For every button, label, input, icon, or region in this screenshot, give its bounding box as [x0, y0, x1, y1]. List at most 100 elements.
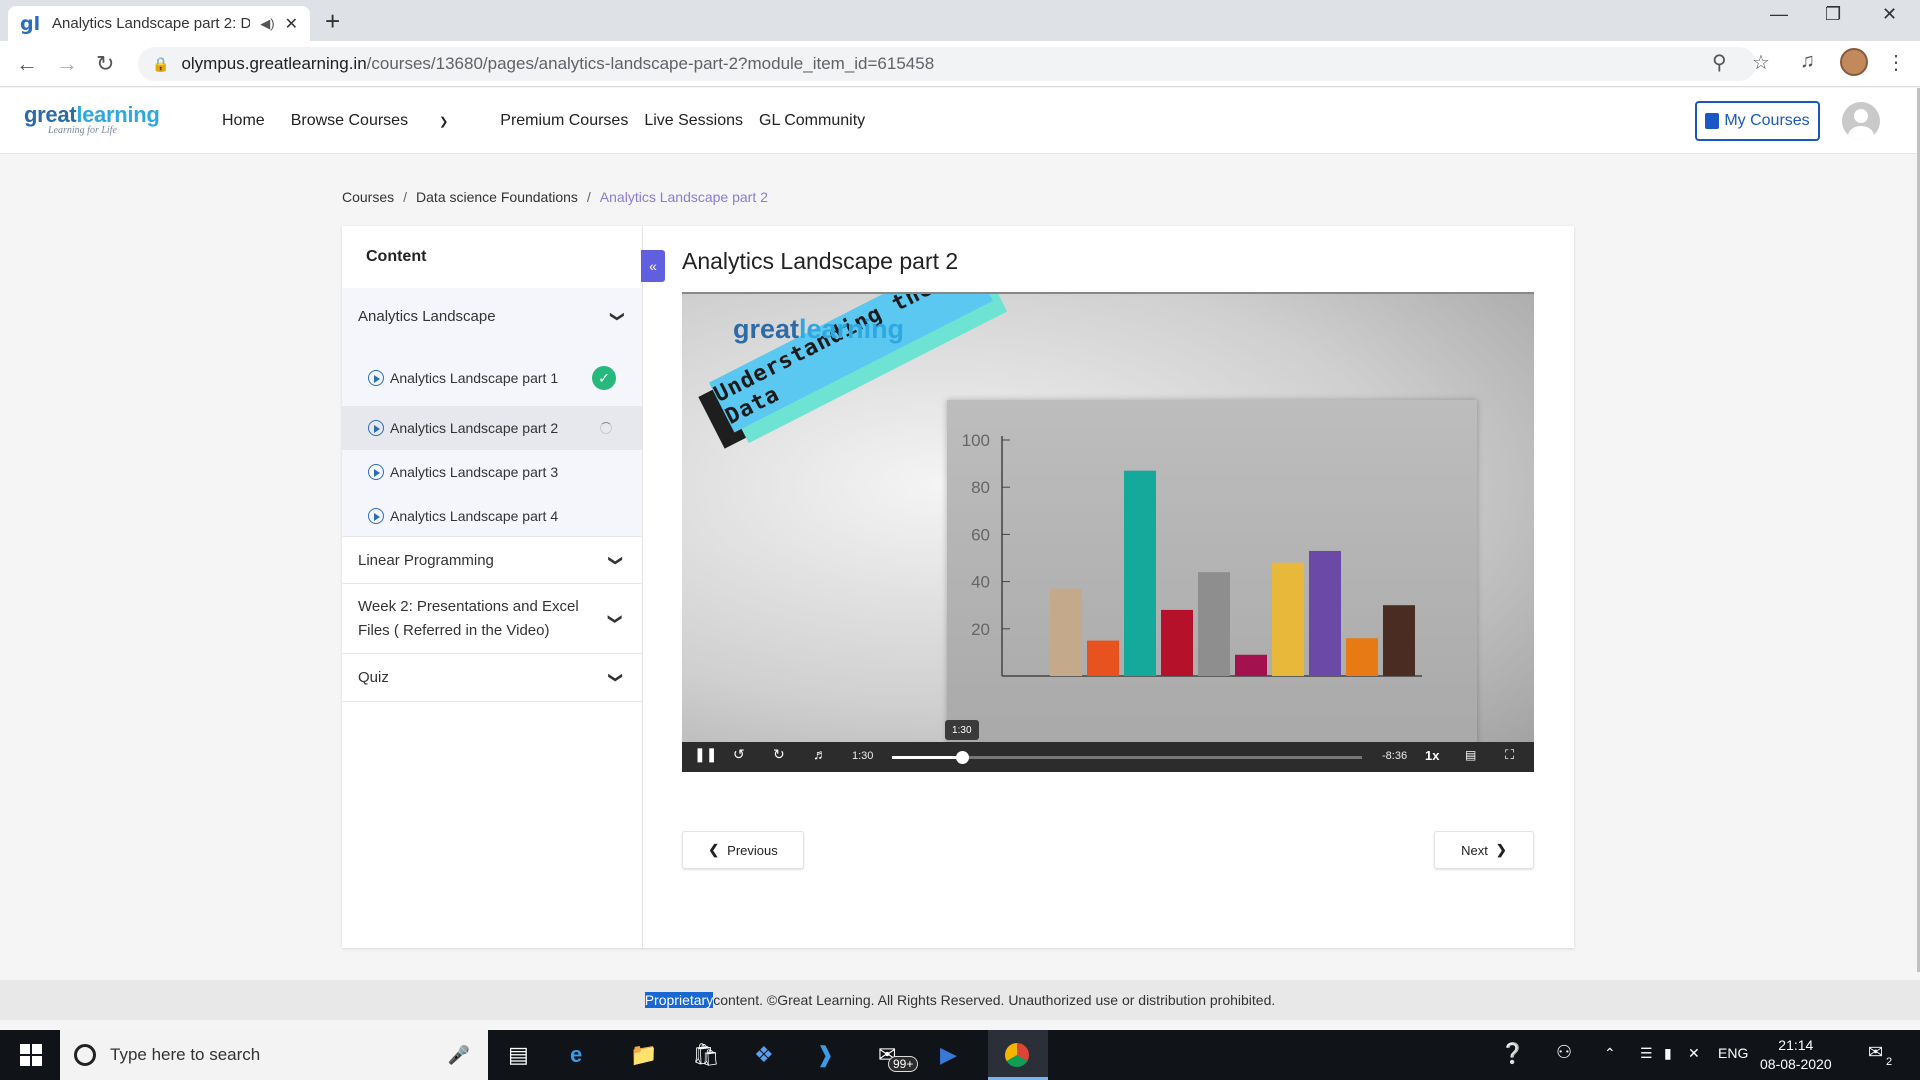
- fullscreen-icon[interactable]: ⛶: [1505, 747, 1514, 763]
- logo-text-a: great: [24, 102, 77, 127]
- bar-3: [1124, 470, 1156, 676]
- nav-home[interactable]: Home: [222, 112, 265, 130]
- task-view-icon[interactable]: ▤: [508, 1042, 529, 1068]
- breadcrumb: Courses / Data science Foundations / Analyti…: [342, 189, 768, 205]
- taskbar-clock[interactable]: 21:14 08-08-2020: [1760, 1036, 1832, 1074]
- volume-muted-icon[interactable]: ✕: [1688, 1045, 1700, 1062]
- bar-6: [1235, 654, 1267, 676]
- minimize-icon[interactable]: —: [1770, 4, 1788, 25]
- bookmark-star-icon[interactable]: ☆: [1752, 50, 1770, 75]
- playback-speed[interactable]: 1x: [1425, 748, 1439, 763]
- volume-icon[interactable]: ♬: [813, 746, 827, 762]
- sidebar-section-week-2[interactable]: Week 2: Presentations and Excel Files ( …: [342, 584, 642, 654]
- chrome-taskbar-item[interactable]: [988, 1030, 1048, 1080]
- zoom-icon[interactable]: ⚲: [1712, 50, 1727, 75]
- forward-icon[interactable]: →: [56, 51, 78, 77]
- wifi-icon[interactable]: ☰: [1640, 1045, 1653, 1062]
- close-window-icon[interactable]: ✕: [1882, 4, 1897, 25]
- dropbox-icon[interactable]: ❖: [754, 1042, 774, 1068]
- windows-start-icon[interactable]: [20, 1044, 42, 1066]
- my-courses-button[interactable]: My Courses: [1695, 101, 1820, 141]
- visual-studio-icon[interactable]: ❱: [816, 1042, 834, 1068]
- collapse-sidebar-button[interactable]: «: [641, 250, 665, 282]
- store-icon[interactable]: 🛍: [692, 1042, 720, 1068]
- lesson-label: Analytics Landscape part 2: [390, 420, 559, 436]
- sidebar-section-linear-programming[interactable]: Linear Programming ❯: [342, 536, 642, 584]
- microphone-icon[interactable]: 🎤: [448, 1045, 470, 1066]
- browser-tab[interactable]: gl Analytics Landscape part 2: D ◀) ✕: [8, 6, 310, 41]
- address-bar[interactable]: 🔒 olympus.greatlearning.in/courses/13680…: [138, 47, 1756, 81]
- video-player[interactable]: greatlearning Understanding the Data 20 4…: [682, 292, 1534, 772]
- language-indicator[interactable]: ENG: [1718, 1045, 1748, 1061]
- site-header: greatlearning Learning for Life Home Bro…: [0, 88, 1920, 154]
- play-circle-icon: [368, 370, 384, 386]
- clock-time: 21:14: [1778, 1037, 1814, 1053]
- lesson-label: Analytics Landscape part 4: [390, 508, 559, 524]
- notifications-icon[interactable]: ✉: [1868, 1042, 1883, 1063]
- powershell-icon[interactable]: ▶: [940, 1042, 957, 1068]
- breadcrumb-course[interactable]: Data science Foundations: [416, 189, 578, 205]
- completed-check-icon: ✓: [592, 366, 616, 390]
- pause-icon[interactable]: ❚❚: [694, 746, 717, 763]
- course-sidebar: Content Analytics Landscape ❮ Analytics …: [342, 226, 643, 948]
- bar-chart: 20 40 60 80 100: [962, 431, 1422, 677]
- play-circle-icon: [368, 508, 384, 524]
- play-circle-icon: [368, 464, 384, 480]
- show-hidden-icons-icon[interactable]: ⌃: [1604, 1045, 1616, 1062]
- bar-8: [1309, 550, 1341, 676]
- captions-icon[interactable]: ▤: [1465, 748, 1476, 762]
- breadcrumb-current: Analytics Landscape part 2: [599, 189, 768, 205]
- nav-gl-community[interactable]: GL Community: [759, 112, 865, 130]
- loading-spinner-icon: [600, 422, 612, 434]
- lesson-item-active[interactable]: Analytics Landscape part 2: [342, 406, 642, 450]
- chevron-down-icon: ❯: [608, 671, 625, 684]
- nav-live-sessions[interactable]: Live Sessions: [644, 112, 743, 130]
- audio-playing-icon[interactable]: ◀): [260, 16, 274, 32]
- nav-browse-courses-label: Browse Courses: [290, 112, 409, 129]
- chevron-left-icon: ❮: [708, 842, 720, 857]
- sidebar-section-quiz[interactable]: Quiz ❯: [342, 654, 642, 702]
- lesson-label: Analytics Landscape part 1: [390, 370, 559, 386]
- file-explorer-icon[interactable]: 📁: [630, 1042, 657, 1068]
- new-tab-button[interactable]: +: [325, 6, 340, 37]
- chevron-down-icon: ❯: [439, 116, 449, 128]
- remaining-time: -8:36: [1382, 750, 1408, 762]
- greatlearning-favicon-icon: gl: [20, 12, 41, 35]
- next-button[interactable]: Next ❯: [1434, 831, 1534, 869]
- forward-icon[interactable]: ↻: [773, 746, 785, 763]
- sidebar-title: Content: [366, 248, 427, 265]
- taskbar-search[interactable]: Type here to search 🎤: [60, 1030, 488, 1080]
- next-label: Next: [1461, 842, 1488, 858]
- nav-browse-courses[interactable]: Browse Courses ❯: [291, 112, 475, 130]
- back-icon[interactable]: ←: [16, 51, 38, 77]
- sidebar-section-analytics-landscape[interactable]: Analytics Landscape ❮: [342, 288, 642, 344]
- lesson-item[interactable]: Analytics Landscape part 4: [342, 494, 642, 538]
- seek-bar[interactable]: [892, 751, 1362, 764]
- restore-icon[interactable]: ❐: [1825, 4, 1841, 25]
- greatlearning-logo[interactable]: greatlearning Learning for Life: [24, 102, 160, 136]
- battery-icon[interactable]: ▮: [1664, 1045, 1672, 1062]
- edge-icon[interactable]: e: [570, 1042, 582, 1068]
- breadcrumb-courses[interactable]: Courses: [342, 189, 394, 205]
- reload-icon[interactable]: ↻: [96, 51, 114, 77]
- tab-title: Analytics Landscape part 2: D: [52, 15, 251, 32]
- bar-4: [1161, 609, 1193, 676]
- nav-premium-courses[interactable]: Premium Courses: [500, 112, 628, 130]
- lesson-item[interactable]: Analytics Landscape part 3: [342, 450, 642, 494]
- seek-handle[interactable]: [955, 751, 969, 764]
- browser-toolbar: ← → ↻ 🔒 olympus.greatlearning.in/courses…: [0, 41, 1920, 87]
- lesson-item[interactable]: Analytics Landscape part 1 ✓: [342, 356, 642, 400]
- more-menu-icon[interactable]: ⋮: [1886, 50, 1906, 75]
- user-avatar[interactable]: [1842, 102, 1880, 140]
- people-icon[interactable]: ⚇: [1556, 1042, 1572, 1063]
- section-label: Week 2: Presentations and Excel Files ( …: [358, 597, 579, 639]
- help-icon[interactable]: ❔: [1500, 1041, 1525, 1066]
- current-time: 1:30: [852, 750, 874, 762]
- breadcrumb-separator: /: [403, 189, 408, 205]
- media-control-icon[interactable]: ♫: [1800, 50, 1815, 73]
- y-tick-label: 100: [962, 431, 990, 450]
- previous-button[interactable]: ❮ Previous: [682, 831, 804, 869]
- profile-avatar[interactable]: [1840, 48, 1868, 76]
- rewind-icon[interactable]: ↺: [733, 746, 745, 763]
- close-tab-icon[interactable]: ✕: [285, 14, 298, 34]
